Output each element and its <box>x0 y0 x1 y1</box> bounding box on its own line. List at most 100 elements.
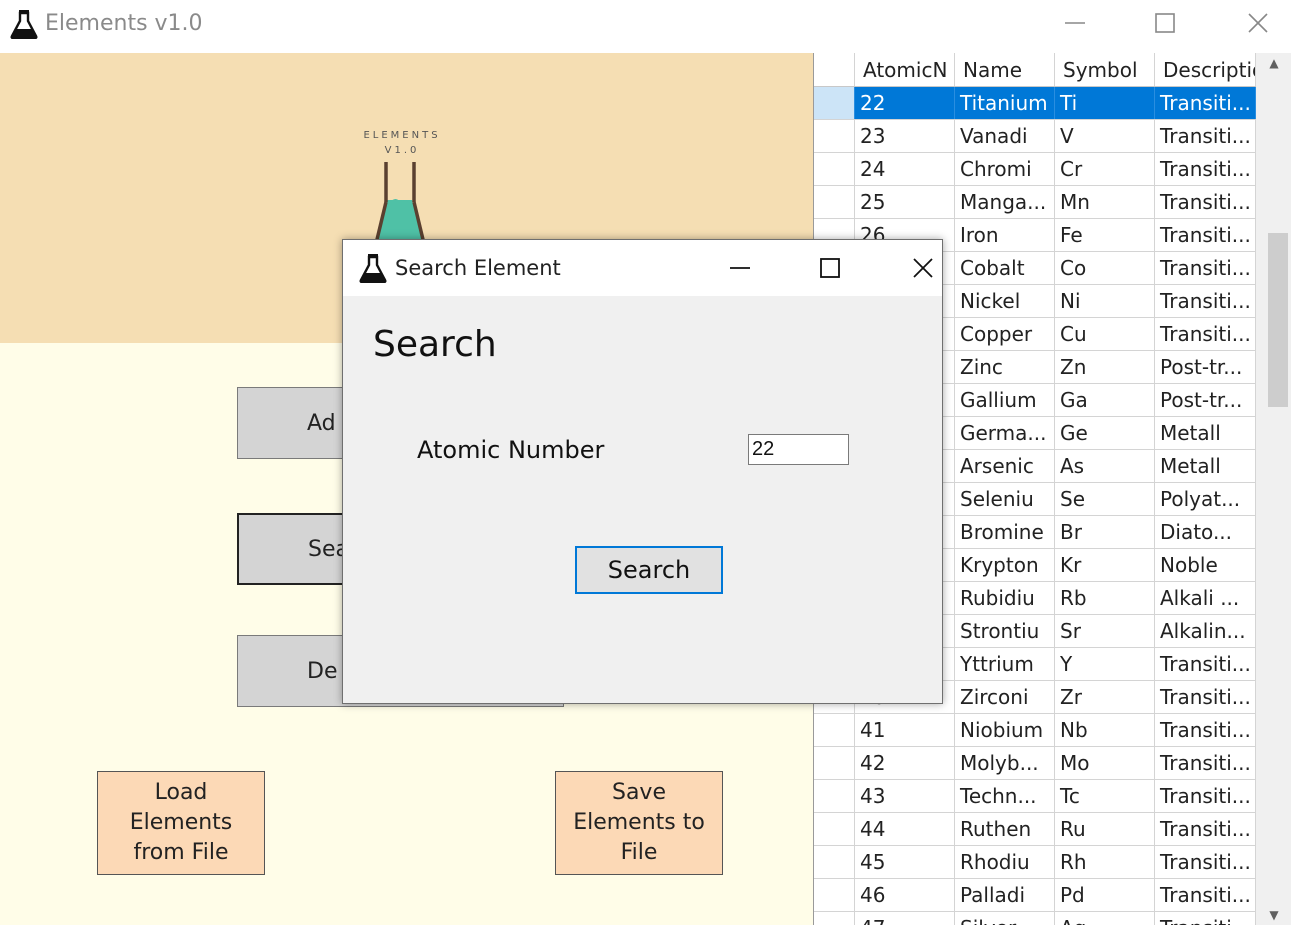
cell-description[interactable]: Noble <box>1155 549 1256 581</box>
cell-description[interactable]: Alkalin... <box>1155 615 1256 647</box>
cell-name[interactable]: Arsenic <box>955 450 1055 482</box>
main-titlebar[interactable]: Elements v1.0 <box>0 0 1291 53</box>
cell-description[interactable]: Transiti... <box>1155 87 1256 119</box>
table-row[interactable]: 44 Ruthen Ru Transiti... <box>814 813 1256 846</box>
cell-name[interactable]: Palladi <box>955 879 1055 911</box>
cell-symbol[interactable]: Cr <box>1055 153 1155 185</box>
cell-name[interactable]: Ruthen <box>955 813 1055 845</box>
cell-name[interactable]: Manga... <box>955 186 1055 218</box>
dialog-close-button[interactable] <box>900 246 946 290</box>
table-row[interactable]: 45 Rhodiu Rh Transiti... <box>814 846 1256 879</box>
grid-vertical-scrollbar[interactable]: ▲ ▼ <box>1256 53 1291 925</box>
cell-name[interactable]: Nickel <box>955 285 1055 317</box>
table-row[interactable]: 46 Palladi Pd Transiti... <box>814 879 1256 912</box>
cell-description[interactable]: Post-tr... <box>1155 384 1256 416</box>
cell-symbol[interactable]: V <box>1055 120 1155 152</box>
cell-name[interactable]: Bromine <box>955 516 1055 548</box>
cell-symbol[interactable]: Tc <box>1055 780 1155 812</box>
cell-name[interactable]: Rubidiu <box>955 582 1055 614</box>
cell-description[interactable]: Transiti... <box>1155 318 1256 350</box>
cell-name[interactable]: Molyb... <box>955 747 1055 779</box>
cell-symbol[interactable]: Mo <box>1055 747 1155 779</box>
cell-symbol[interactable]: Br <box>1055 516 1155 548</box>
cell-name[interactable]: Rhodiu <box>955 846 1055 878</box>
cell-symbol[interactable]: Ru <box>1055 813 1155 845</box>
cell-atomic-number[interactable]: 41 <box>855 714 955 746</box>
cell-atomic-number[interactable]: 24 <box>855 153 955 185</box>
cell-symbol[interactable]: Nb <box>1055 714 1155 746</box>
row-selector[interactable] <box>814 879 855 911</box>
cell-symbol[interactable]: Mn <box>1055 186 1155 218</box>
atomic-number-input[interactable] <box>748 434 849 465</box>
cell-name[interactable]: Zinc <box>955 351 1055 383</box>
cell-name[interactable]: Krypton <box>955 549 1055 581</box>
cell-description[interactable]: Transiti... <box>1155 186 1256 218</box>
cell-name[interactable]: Yttrium <box>955 648 1055 680</box>
row-selector[interactable] <box>814 813 855 845</box>
table-row[interactable]: 43 Techn... Tc Transiti... <box>814 780 1256 813</box>
table-row[interactable]: 41 Niobium Nb Transiti... <box>814 714 1256 747</box>
cell-description[interactable]: Transiti... <box>1155 681 1256 713</box>
table-row[interactable]: 47SilverAgTransiti... <box>814 912 1256 925</box>
cell-description[interactable]: Post-tr... <box>1155 351 1256 383</box>
minimize-button[interactable] <box>1050 0 1100 46</box>
cell-description[interactable]: Transiti... <box>1155 879 1256 911</box>
cell-symbol[interactable]: As <box>1055 450 1155 482</box>
cell-symbol[interactable]: Kr <box>1055 549 1155 581</box>
cell-symbol[interactable]: Ag <box>1055 912 1155 925</box>
load-elements-button[interactable]: Load Elements from File <box>97 771 265 875</box>
cell-description[interactable]: Transiti... <box>1155 219 1256 251</box>
cell-name[interactable]: Gallium <box>955 384 1055 416</box>
cell-atomic-number[interactable]: 22 <box>855 87 955 119</box>
cell-name[interactable]: Seleniu <box>955 483 1055 515</box>
cell-symbol[interactable]: Ti <box>1055 87 1155 119</box>
cell-symbol[interactable]: Pd <box>1055 879 1155 911</box>
cell-name[interactable]: Zirconi <box>955 681 1055 713</box>
table-row[interactable]: 42 Molyb... Mo Transiti... <box>814 747 1256 780</box>
scroll-up-icon[interactable]: ▲ <box>1256 53 1291 73</box>
search-element-dialog[interactable]: Search Element Search Atomic Number Sear… <box>342 239 943 704</box>
cell-symbol[interactable]: Y <box>1055 648 1155 680</box>
search-button[interactable]: Search <box>575 546 723 594</box>
column-header-atomic-number[interactable]: AtomicN <box>855 53 955 86</box>
dialog-maximize-button[interactable] <box>807 246 853 290</box>
cell-description[interactable]: Transiti... <box>1155 714 1256 746</box>
cell-atomic-number[interactable]: 46 <box>855 879 955 911</box>
cell-name[interactable]: Strontiu <box>955 615 1055 647</box>
cell-atomic-number[interactable]: 45 <box>855 846 955 878</box>
close-button[interactable] <box>1233 0 1283 46</box>
cell-symbol[interactable]: Ge <box>1055 417 1155 449</box>
row-selector[interactable] <box>814 714 855 746</box>
table-row[interactable]: 24 Chromi Cr Transiti... <box>814 153 1256 186</box>
cell-symbol[interactable]: Co <box>1055 252 1155 284</box>
cell-name[interactable]: Iron <box>955 219 1055 251</box>
cell-description[interactable]: Transiti... <box>1155 912 1256 925</box>
cell-symbol[interactable]: Rb <box>1055 582 1155 614</box>
cell-name[interactable]: Copper <box>955 318 1055 350</box>
cell-description[interactable]: Diato... <box>1155 516 1256 548</box>
row-selector[interactable] <box>814 153 855 185</box>
table-row[interactable]: 25 Manga... Mn Transiti... <box>814 186 1256 219</box>
cell-name[interactable]: Silver <box>955 912 1055 925</box>
scrollbar-thumb[interactable] <box>1268 233 1288 407</box>
row-selector[interactable] <box>814 780 855 812</box>
cell-symbol[interactable]: Fe <box>1055 219 1155 251</box>
table-row[interactable]: 23 Vanadi V Transiti... <box>814 120 1256 153</box>
cell-atomic-number[interactable]: 25 <box>855 186 955 218</box>
cell-atomic-number[interactable]: 42 <box>855 747 955 779</box>
row-selector[interactable] <box>814 186 855 218</box>
cell-description[interactable]: Alkali ... <box>1155 582 1256 614</box>
cell-description[interactable]: Transiti... <box>1155 153 1256 185</box>
column-header-description[interactable]: Descriptio <box>1155 53 1256 86</box>
row-selector[interactable] <box>814 912 855 925</box>
row-header-corner[interactable] <box>814 53 855 86</box>
cell-description[interactable]: Transiti... <box>1155 648 1256 680</box>
cell-name[interactable]: Niobium <box>955 714 1055 746</box>
cell-description[interactable]: Transiti... <box>1155 846 1256 878</box>
cell-atomic-number[interactable]: 47 <box>855 912 955 925</box>
cell-symbol[interactable]: Zn <box>1055 351 1155 383</box>
cell-symbol[interactable]: Cu <box>1055 318 1155 350</box>
column-header-symbol[interactable]: Symbol <box>1055 53 1155 86</box>
cell-description[interactable]: Transiti... <box>1155 813 1256 845</box>
save-elements-button[interactable]: Save Elements to File <box>555 771 723 875</box>
